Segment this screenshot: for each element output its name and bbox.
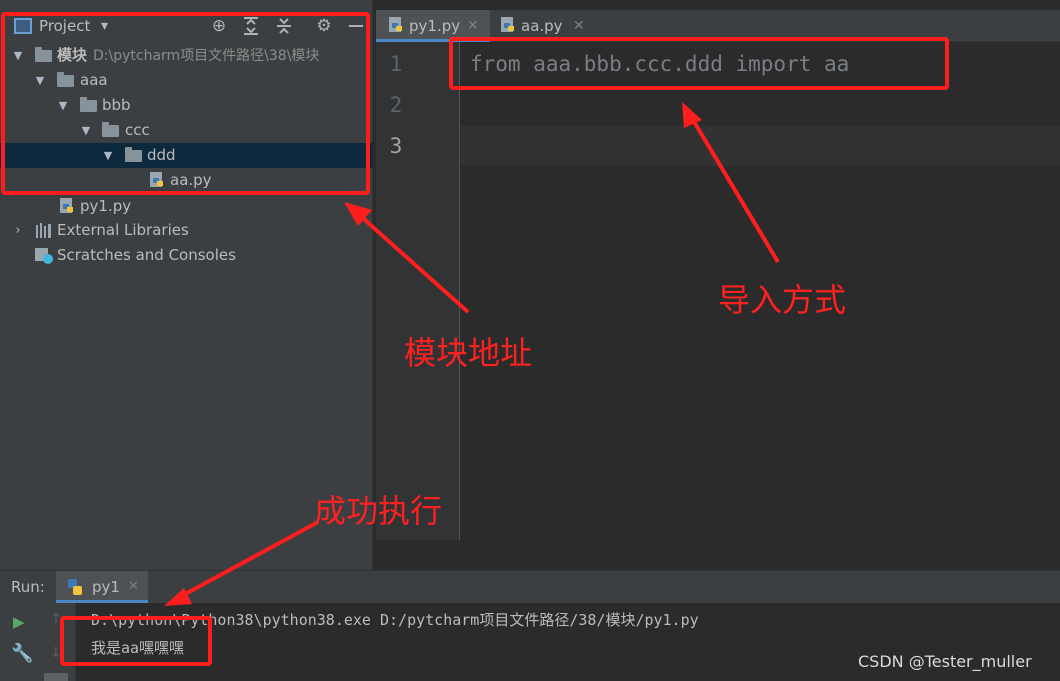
expand-all-icon[interactable] [241, 16, 261, 36]
tree-item-bbb[interactable]: ▼ bbb [0, 93, 373, 118]
tree-item-label: py1.py [80, 197, 132, 215]
folder-icon [35, 47, 52, 62]
console-line: 我是aa嘿嘿嘿 [91, 639, 185, 657]
project-title[interactable]: Project [39, 16, 90, 36]
path-hint: D:\pytcharm项目文件路径\38\模块 [93, 48, 320, 64]
tree-item-py1-py[interactable]: py1.py [0, 194, 373, 219]
libraries-icon [36, 223, 51, 238]
chevron-down-icon[interactable]: ▼ [33, 68, 47, 93]
wrench-icon[interactable]: 🔧 [11, 643, 33, 664]
annotation-module-address: 模块地址 [404, 334, 533, 372]
run-tab-label: py1 [92, 578, 120, 596]
python-file-icon [389, 17, 402, 32]
play-icon[interactable]: ▶ [13, 613, 25, 631]
collapse-all-icon[interactable] [274, 16, 294, 36]
tab-label: aa.py [521, 17, 563, 35]
line-number: 1 [389, 52, 403, 76]
run-label: Run: [11, 578, 45, 596]
editor-tabs: py1.py ✕ aa.py ✕ [376, 10, 1060, 42]
arrow-down-icon[interactable]: ↓ [50, 645, 62, 661]
tree-item-external-libraries[interactable]: › External Libraries [0, 218, 373, 243]
project-panel: Project ▾ ⊕ ⚙ ▼ 模块 D:\pytcharm项目文件路径\38\模… [0, 0, 373, 570]
tree-item-label: External Libraries [57, 221, 189, 239]
code-line[interactable]: from aaa.bbb.ccc.ddd import aa [470, 52, 849, 76]
close-icon[interactable]: ✕ [467, 10, 479, 42]
python-icon [68, 579, 82, 595]
chevron-down-icon[interactable]: ▼ [11, 43, 25, 68]
tree-item-label: aaa [80, 71, 108, 89]
chevron-down-icon[interactable]: ▾ [101, 16, 108, 36]
run-toolbar: ▶ ↑ 🔧 ↓ [0, 603, 76, 681]
project-panel-header: Project ▾ ⊕ ⚙ [0, 10, 373, 42]
python-file-icon [60, 198, 73, 213]
chevron-right-icon[interactable]: › [11, 218, 25, 243]
python-file-icon [150, 172, 163, 187]
tree-item-label: Scratches and Consoles [57, 246, 236, 264]
tab-aa[interactable]: aa.py ✕ [490, 10, 590, 42]
soft-wrap-icon[interactable] [44, 673, 68, 681]
run-tab[interactable]: py1 ✕ [56, 571, 148, 603]
chevron-down-icon[interactable]: ▼ [79, 118, 93, 143]
folder-icon [80, 97, 97, 112]
run-panel-header: Run: py1 ✕ [0, 571, 1060, 603]
current-line-highlight [461, 126, 1060, 166]
tree-item-label: ccc [125, 121, 150, 139]
tree-item-label: ddd [147, 146, 176, 164]
tree-item-ddd[interactable]: ▼ ddd [0, 143, 373, 168]
arrow-up-icon[interactable]: ↑ [50, 611, 62, 627]
tab-py1[interactable]: py1.py ✕ [376, 10, 490, 42]
tree-item-label: aa.py [170, 171, 212, 189]
console-line: D:\python\Python38\python38.exe D:/pytch… [91, 611, 699, 629]
tree-item-scratches[interactable]: Scratches and Consoles [0, 243, 373, 268]
gear-icon[interactable]: ⚙ [314, 16, 334, 36]
line-number: 2 [389, 93, 403, 117]
minimize-icon[interactable] [346, 16, 366, 36]
crosshair-icon[interactable]: ⊕ [209, 16, 229, 36]
editor-gutter: 1 2 3 [376, 42, 460, 540]
scratches-icon [35, 248, 53, 264]
tree-item-module-root[interactable]: ▼ 模块 D:\pytcharm项目文件路径\38\模块 [0, 43, 373, 68]
folder-icon [125, 147, 142, 162]
tree-item-label: bbb [102, 96, 131, 114]
annotation-import-method: 导入方式 [718, 281, 847, 319]
tab-label: py1.py [409, 17, 461, 35]
tree-item-ccc[interactable]: ▼ ccc [0, 118, 373, 143]
chevron-down-icon[interactable]: ▼ [101, 143, 115, 168]
tree-item-aa-py[interactable]: aa.py [0, 168, 373, 193]
folder-icon [102, 122, 119, 137]
annotation-success: 成功执行 [314, 492, 443, 530]
python-file-icon [501, 17, 514, 32]
line-number: 3 [389, 134, 403, 158]
chevron-down-icon[interactable]: ▼ [56, 93, 70, 118]
tree-item-label: 模块 [57, 46, 88, 64]
close-icon[interactable]: ✕ [128, 579, 139, 594]
folder-icon [57, 72, 74, 87]
close-icon[interactable]: ✕ [573, 10, 585, 42]
watermark: CSDN @Tester_muller [858, 652, 1032, 671]
tree-item-aaa[interactable]: ▼ aaa [0, 68, 373, 93]
project-view-icon [14, 18, 32, 34]
